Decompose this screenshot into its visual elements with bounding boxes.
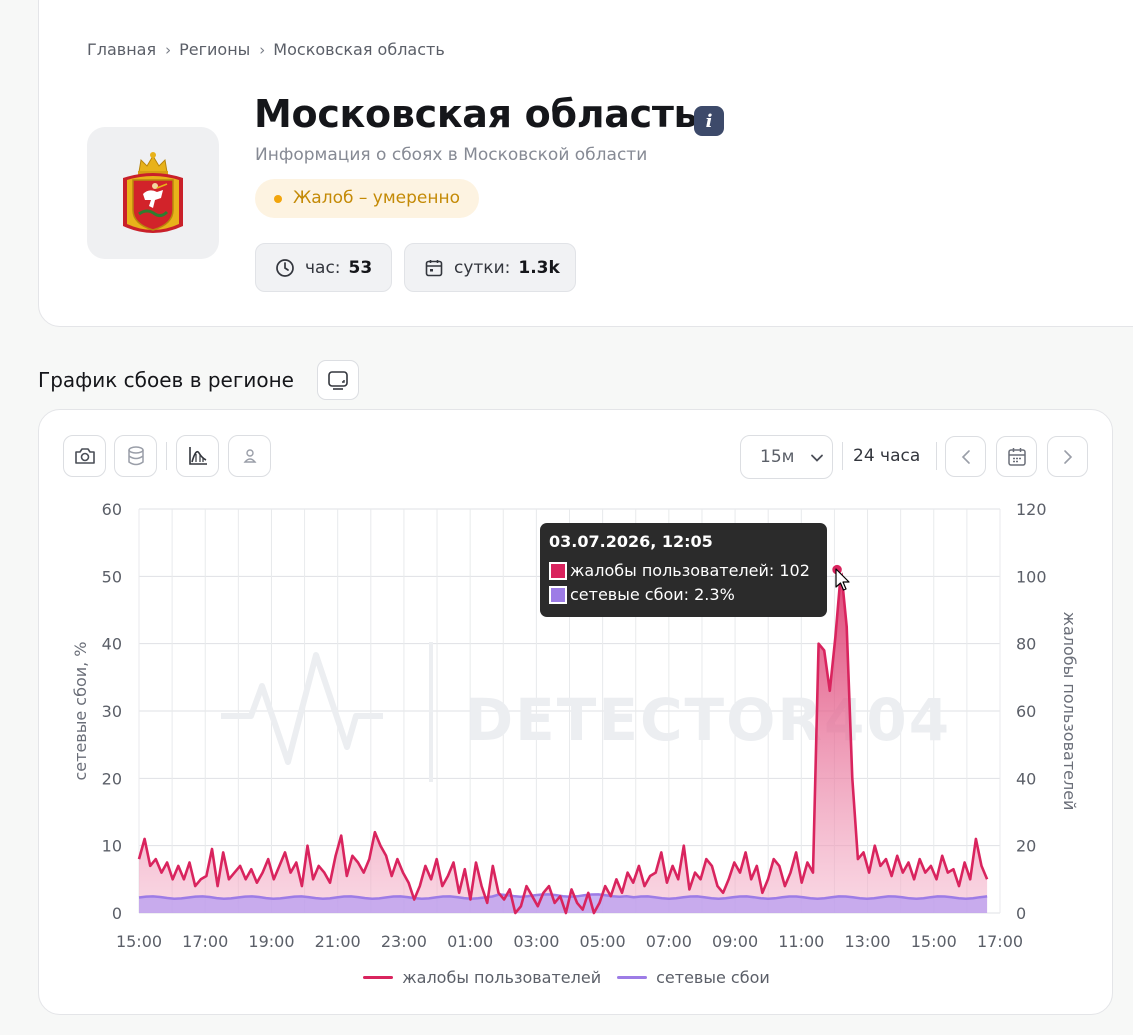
tooltip-complaints-text: жалобы пользователей: 102 <box>570 561 810 580</box>
outage-chart: DETECTOR404 0 0 10 20 20 40 30 60 40 80 50 100 60 120… <box>71 500 1079 951</box>
tooltip-title: 03.07.2026, 12:05 <box>549 532 713 551</box>
x-tick-label: 03:00 <box>513 932 559 951</box>
legend-item-complaints[interactable]: жалобы пользователей <box>363 968 601 987</box>
x-tick-label: 13:00 <box>844 932 890 951</box>
y-left-tick-label: 30 <box>102 702 122 721</box>
legend-item-network[interactable]: сетевые сбои <box>617 968 770 987</box>
complaints-swatch <box>549 561 567 580</box>
x-tick-label: 21:00 <box>315 932 361 951</box>
y-right-axis-title: жалобы пользователей <box>1060 612 1079 811</box>
y-right-tick-label: 120 <box>1016 500 1047 519</box>
y-left-tick-label: 10 <box>102 837 122 856</box>
legend-network-label: сетевые сбои <box>656 968 770 987</box>
pulse-logo-icon <box>221 652 383 765</box>
legend-complaints-line <box>363 976 394 979</box>
x-tick-label: 01:00 <box>447 932 493 951</box>
mouse-cursor-icon <box>835 568 850 591</box>
x-tick-label: 11:00 <box>778 932 824 951</box>
legend-complaints-label: жалобы пользователей <box>402 968 602 987</box>
x-tick-label: 09:00 <box>712 932 758 951</box>
x-tick-label: 15:00 <box>911 932 957 951</box>
x-tick-label: 05:00 <box>580 932 626 951</box>
y-left-tick-label: 40 <box>102 635 122 654</box>
y-right-tick-label: 60 <box>1016 702 1036 721</box>
network-swatch <box>549 585 567 604</box>
watermark-text: DETECTOR404 <box>465 686 951 754</box>
y-left-axis-title: сетевые сбои, % <box>71 641 90 780</box>
tooltip-row-complaints: жалобы пользователей: 102 <box>549 561 827 580</box>
x-tick-label: 17:00 <box>182 932 228 951</box>
x-tick-label: 17:00 <box>977 932 1023 951</box>
y-left-tick-label: 0 <box>112 904 122 923</box>
y-right-tick-label: 100 <box>1016 567 1047 586</box>
y-left-tick-label: 60 <box>102 500 122 519</box>
y-left-tick-label: 20 <box>102 769 122 788</box>
x-tick-label: 19:00 <box>248 932 294 951</box>
x-tick-label: 15:00 <box>116 932 162 951</box>
chart-tooltip: 03.07.2026, 12:05 жалобы пользователей: … <box>540 523 827 617</box>
tooltip-network-text: сетевые сбои: 2.3% <box>570 585 735 604</box>
tooltip-row-network: сетевые сбои: 2.3% <box>549 585 827 604</box>
chart-legend: жалобы пользователей сетевые сбои <box>0 968 1133 987</box>
x-tick-label: 23:00 <box>381 932 427 951</box>
y-right-tick-label: 80 <box>1016 635 1036 654</box>
y-right-tick-label: 40 <box>1016 769 1036 788</box>
y-left-tick-label: 50 <box>102 567 122 586</box>
x-tick-label: 07:00 <box>646 932 692 951</box>
y-right-tick-label: 0 <box>1016 904 1026 923</box>
y-right-tick-label: 20 <box>1016 837 1036 856</box>
legend-network-line <box>617 976 648 979</box>
